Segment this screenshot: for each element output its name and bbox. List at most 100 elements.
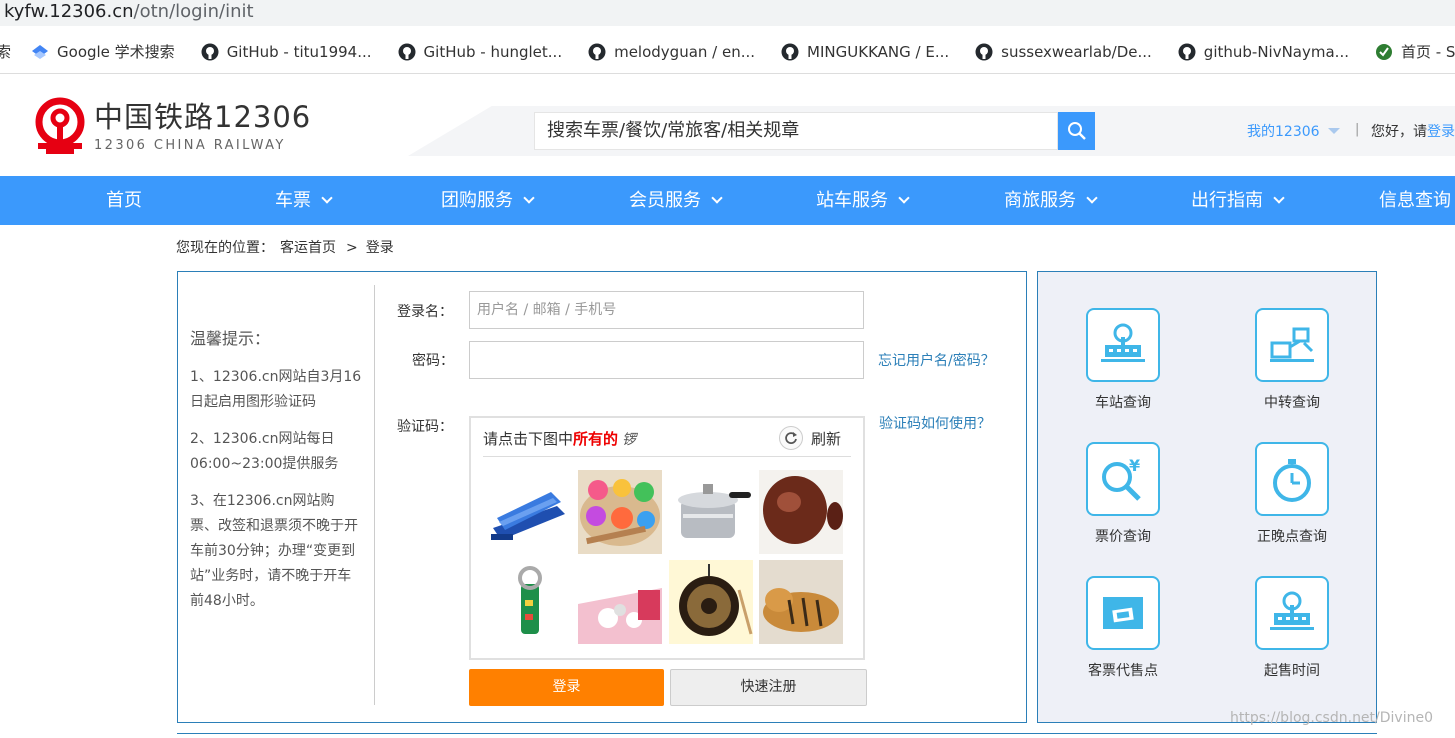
- watermark: https://blog.csdn.net/Divine0: [1230, 710, 1433, 726]
- password-label: 密码：: [412, 353, 454, 369]
- captcha-refresh-button[interactable]: 刷新: [779, 426, 841, 450]
- breadcrumb-prefix: 您现在的位置：: [176, 240, 274, 256]
- refresh-icon: [779, 426, 803, 450]
- nav-item[interactable]: 信息查询: [1379, 176, 1451, 225]
- service-agency[interactable]: 客票代售点: [1063, 576, 1183, 680]
- service-fare[interactable]: ¥ 票价查询: [1063, 442, 1183, 546]
- register-button[interactable]: 快速注册: [670, 669, 867, 706]
- captcha-tile-cooker[interactable]: [669, 470, 753, 554]
- captcha-label: 验证码：: [397, 419, 453, 435]
- bookmark-label: melodyguan / en...: [614, 42, 756, 61]
- captcha-prompt: 请点击下图中所有的锣: [483, 428, 636, 449]
- login-button[interactable]: 登录: [469, 669, 664, 706]
- service-sale-time[interactable]: 起售时间: [1232, 576, 1352, 680]
- service-punctuality[interactable]: 正晚点查询: [1232, 442, 1352, 546]
- ticket-agency-icon: [1086, 576, 1160, 650]
- search-button[interactable]: [1058, 112, 1095, 150]
- nav-item-label: 会员服务: [629, 190, 701, 211]
- my12306-label: 我的12306: [1247, 124, 1320, 140]
- bookmark-label: 索: [0, 41, 11, 62]
- login-link[interactable]: 登录: [1427, 124, 1455, 140]
- site-header: 中国铁路12306 12306 CHINA RAILWAY 搜索车票/餐饮/常旅…: [0, 76, 1455, 176]
- bookmark-item[interactable]: GitHub - titu1994...: [201, 43, 372, 61]
- site-logo[interactable]: 中国铁路12306 12306 CHINA RAILWAY: [32, 96, 311, 158]
- bookmark-item[interactable]: 索: [0, 41, 11, 62]
- tips-panel: 温馨提示： 1、12306.cn网站自3月16日起启用图形验证码 2、12306…: [190, 326, 362, 626]
- bookmark-item[interactable]: Google 学术搜索: [31, 41, 175, 62]
- github-icon: [1178, 43, 1196, 61]
- nav-item[interactable]: 出行指南: [1191, 176, 1285, 225]
- scholar-icon: [31, 43, 49, 61]
- bookmark-item[interactable]: MINGUKKANG / E...: [781, 43, 949, 61]
- greeting: 您好，请登录: [1371, 121, 1455, 141]
- floral-image: [578, 560, 662, 644]
- breadcrumb-home[interactable]: 客运首页: [280, 240, 336, 256]
- username-input[interactable]: 用户名 / 邮箱 / 手机号: [469, 291, 864, 329]
- github-icon: [201, 43, 219, 61]
- captcha-tile-paints[interactable]: [578, 470, 662, 554]
- nav-item[interactable]: 会员服务: [629, 176, 723, 225]
- logo-en-text: 12306 CHINA RAILWAY: [94, 137, 286, 153]
- nav-item[interactable]: 首页: [106, 176, 142, 225]
- login-panel: 温馨提示： 1、12306.cn网站自3月16日起启用图形验证码 2、12306…: [177, 271, 1027, 723]
- service-label: 车站查询: [1095, 395, 1151, 411]
- paints-image: [578, 470, 662, 554]
- captcha-help-link[interactable]: 验证码如何使用？: [879, 413, 991, 433]
- tip-item: 2、12306.cn网站每日06:00~23:00提供服务: [190, 431, 339, 472]
- nav-item-label: 车票: [275, 190, 311, 211]
- cooker-image: [669, 470, 753, 554]
- bookmark-item[interactable]: sussexwearlab/De...: [975, 43, 1152, 61]
- chevron-down-icon: [321, 192, 333, 204]
- nav-item[interactable]: 商旅服务: [1004, 176, 1098, 225]
- bookmark-item[interactable]: GitHub - hunglet...: [398, 43, 562, 61]
- captcha-tile-floral[interactable]: [578, 560, 662, 644]
- captcha-tile-gong[interactable]: [759, 470, 843, 554]
- gong-stand-image: [669, 560, 753, 644]
- forgot-password-link[interactable]: 忘记用户名/密码？: [878, 350, 995, 370]
- gong-image: [759, 470, 843, 554]
- chevron-down-icon: [523, 192, 535, 204]
- nav-item[interactable]: 车票: [275, 176, 333, 225]
- bookmark-item[interactable]: melodyguan / en...: [588, 43, 755, 61]
- nav-item-label: 信息查询: [1379, 190, 1451, 211]
- logo-cn-text: 中国铁路12306: [94, 99, 312, 134]
- nav-item-label: 出行指南: [1191, 190, 1263, 211]
- bookmark-label: 首页 - Sha: [1400, 43, 1455, 61]
- tiger-image: [759, 560, 843, 644]
- stapler-image: [487, 470, 571, 554]
- captcha-tile-tiger[interactable]: [759, 560, 843, 644]
- captcha-tile-gong-stand[interactable]: [669, 560, 753, 644]
- fare-search-icon: ¥: [1086, 442, 1160, 516]
- captcha-tile-opener[interactable]: [487, 560, 571, 644]
- chevron-down-icon: [711, 192, 723, 204]
- nav-item[interactable]: 团购服务: [441, 176, 535, 225]
- sale-time-icon: [1255, 576, 1329, 650]
- username-label: 登录名：: [397, 304, 453, 320]
- transfer-icon: [1255, 308, 1329, 382]
- chevron-down-icon: [1086, 192, 1098, 204]
- captcha-target-glyph: 锣: [622, 432, 637, 448]
- header-separator: |: [1355, 122, 1360, 137]
- services-panel: 车站查询 中转查询 ¥ 票价查询 正晚点查询 客票代售点 起售时间: [1037, 271, 1377, 723]
- search-input[interactable]: 搜索车票/餐饮/常旅客/相关规章: [534, 112, 1058, 150]
- greeting-text: 您好，请: [1371, 124, 1427, 140]
- nav-item-label: 首页: [106, 190, 142, 211]
- password-input[interactable]: [469, 341, 864, 379]
- github-icon: [975, 43, 993, 61]
- bookmark-item[interactable]: github-NivNayma...: [1178, 43, 1349, 61]
- railway-logo-icon: [35, 97, 85, 154]
- address-bar[interactable]: kyfw.12306.cn/otn/login/init: [0, 0, 1455, 26]
- opener-image: [487, 560, 571, 644]
- captcha-panel: 请点击下图中所有的锣 刷新: [469, 416, 865, 660]
- bookmark-label: github-NivNayma...: [1203, 42, 1349, 61]
- nav-item[interactable]: 站车服务: [816, 176, 910, 225]
- my12306-menu[interactable]: 我的12306: [1247, 121, 1340, 141]
- github-icon: [781, 43, 799, 61]
- breadcrumb: 您现在的位置： 客运首页 > 登录: [176, 237, 400, 257]
- service-station[interactable]: 车站查询: [1063, 308, 1183, 412]
- captcha-tile-stapler[interactable]: [487, 470, 571, 554]
- service-transfer[interactable]: 中转查询: [1232, 308, 1352, 412]
- bookmark-item[interactable]: 首页 - Sha: [1375, 41, 1455, 62]
- vertical-divider: [374, 285, 375, 705]
- service-label: 票价查询: [1095, 529, 1151, 545]
